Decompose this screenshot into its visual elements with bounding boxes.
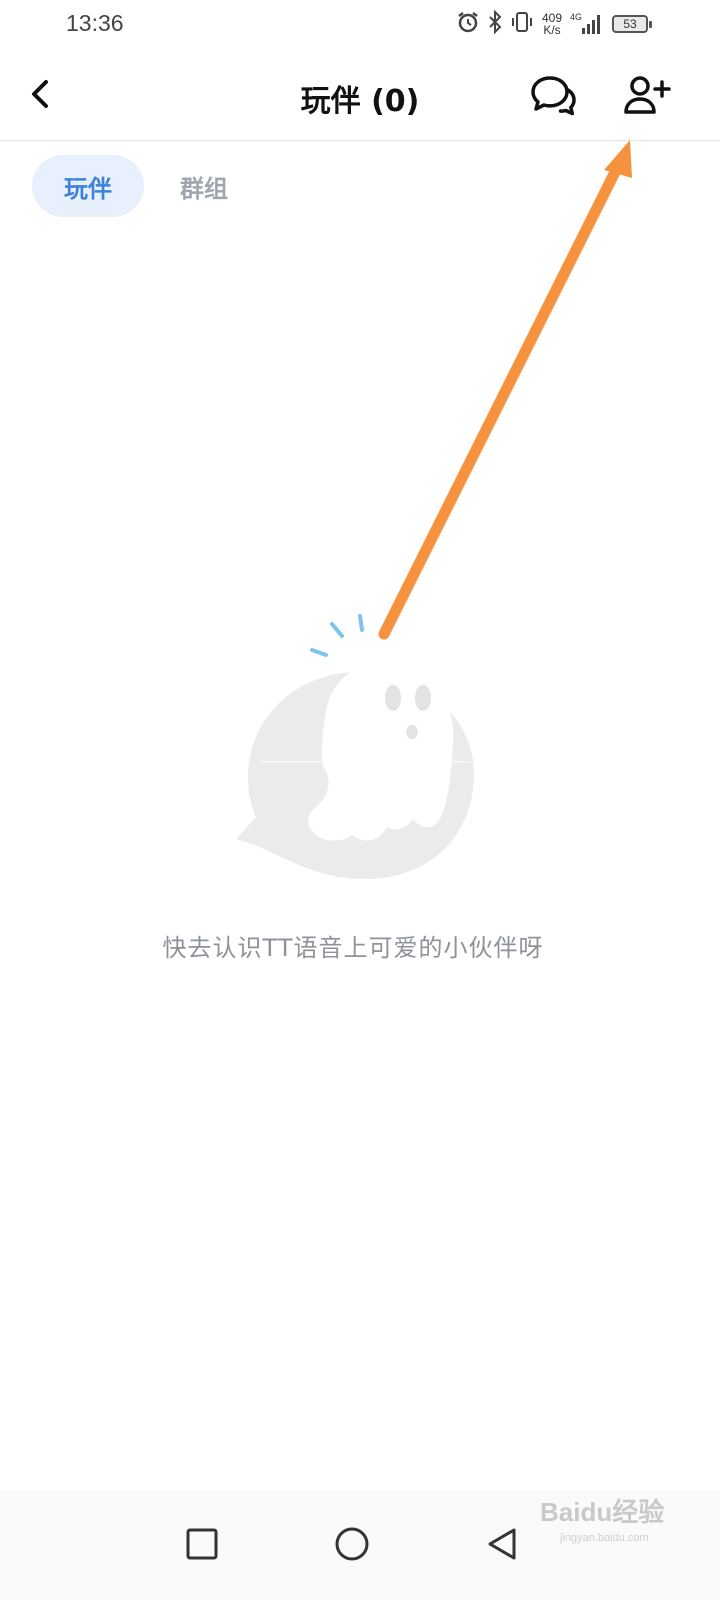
system-back-button[interactable] [482, 1524, 522, 1564]
annotation-arrow [378, 140, 632, 640]
recent-apps-icon [186, 1528, 218, 1560]
ghost-illustration [228, 612, 488, 892]
empty-state-message: 快去认识TT语音上可爱的小伙伴呀 [162, 934, 544, 962]
home-icon [335, 1527, 369, 1561]
baidu-watermark: Baidu经验 [540, 1497, 665, 1527]
back-icon [488, 1528, 516, 1560]
baidu-watermark-url: jingyan.baidu.com [560, 1532, 649, 1544]
recent-apps-button[interactable] [182, 1524, 222, 1564]
home-button[interactable] [332, 1524, 372, 1564]
ghost-icon [236, 614, 474, 879]
